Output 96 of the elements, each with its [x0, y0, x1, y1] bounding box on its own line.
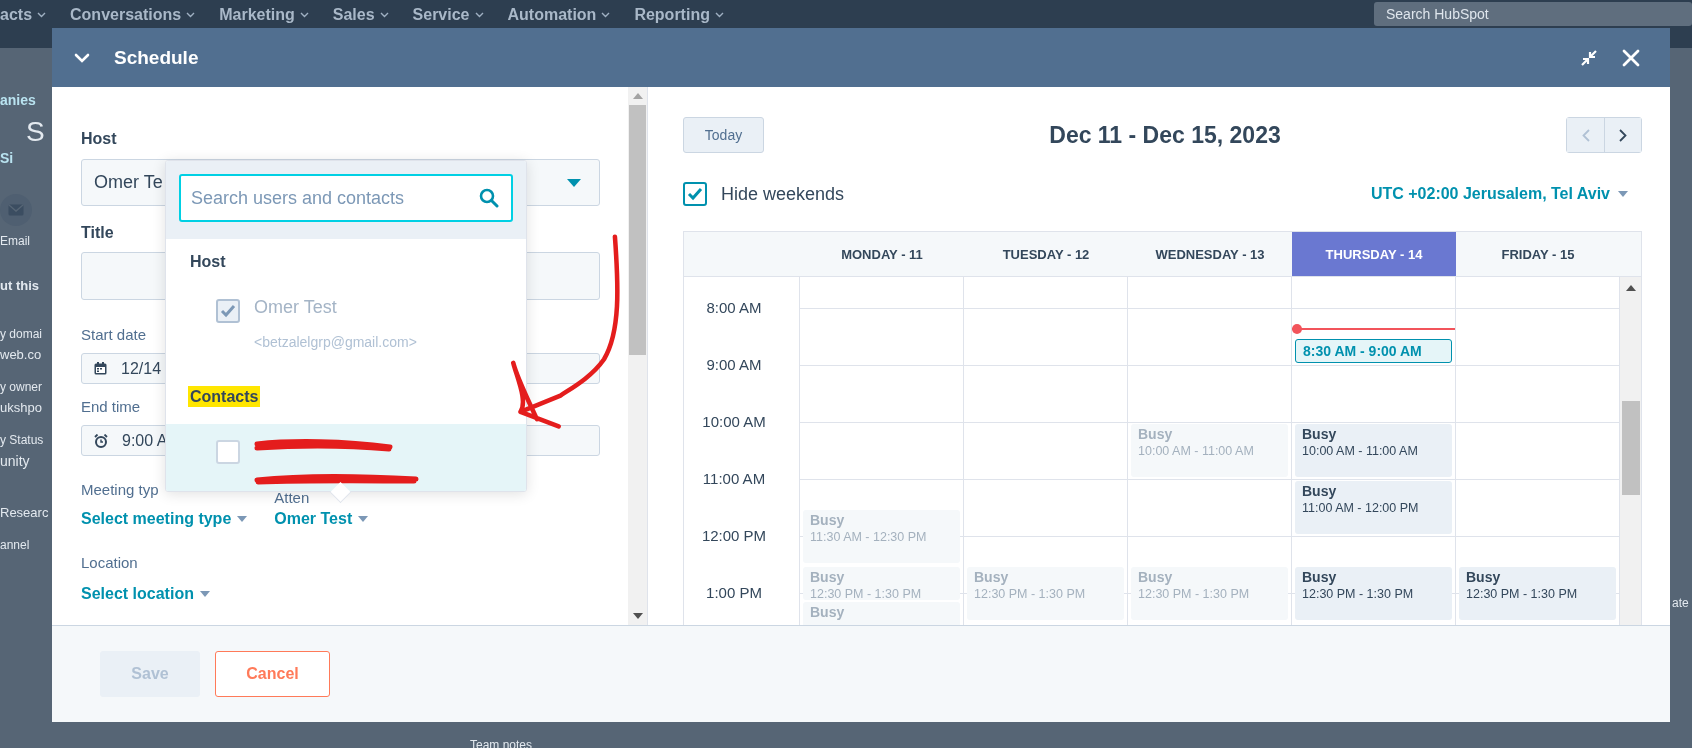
background-text: unity: [0, 453, 30, 469]
section-heading: Contacts: [188, 386, 261, 407]
hour-label: 1:00 PM: [705, 584, 763, 602]
hour-label: 12:00 PM: [700, 527, 768, 545]
alarm-clock-icon: [94, 433, 108, 448]
search-field[interactable]: Search users and contacts: [179, 174, 513, 222]
busy-event[interactable]: Busy 12:30 PM - 1:30 PM: [1459, 566, 1616, 620]
busy-event[interactable]: Busy 11:30 AM - 12:30 PM: [803, 509, 960, 563]
date-range-title: Dec 11 - Dec 15, 2023: [1048, 121, 1282, 149]
busy-event[interactable]: Busy 11:00 AM - 12:00 PM: [1295, 481, 1452, 535]
dialog-title: Schedule: [114, 46, 199, 69]
field-label: End time: [81, 398, 141, 415]
chevron-down-icon: [186, 12, 196, 18]
proposed-meeting-slot[interactable]: 8:30 AM - 9:00 AM: [1295, 338, 1452, 364]
day-header: THURSDAY - 14: [1292, 232, 1456, 276]
caret-down-icon: [567, 178, 581, 187]
chevron-down-icon: [37, 12, 47, 18]
busy-event[interactable]: Busy: [803, 602, 960, 625]
caret-down-icon: [237, 516, 248, 522]
hour-label: 9:00 AM: [705, 356, 763, 374]
hour-label: 10:00 AM: [701, 413, 767, 431]
calendar-icon: [94, 362, 107, 375]
chevron-right-icon: [1619, 128, 1627, 142]
minimize-icon[interactable]: [1580, 48, 1598, 67]
scrollbar[interactable]: [1620, 277, 1641, 625]
hour-label: 8:00 AM: [705, 299, 763, 317]
field-label: Title: [81, 224, 114, 242]
background-text: ukshpo: [0, 400, 42, 415]
picker-option[interactable]: [166, 424, 526, 491]
day-header: MONDAY - 11: [840, 245, 924, 264]
attendees-dropdown[interactable]: Omer Test: [274, 510, 369, 528]
background-text: ate: [1672, 596, 1689, 610]
day-header: FRIDAY - 15: [1500, 245, 1576, 264]
busy-event[interactable]: Busy 12:30 PM - 1:30 PM: [967, 566, 1124, 620]
background-text: y Status: [0, 433, 44, 447]
background-text: annel: [0, 538, 30, 552]
chevron-left-icon: [1581, 128, 1590, 142]
search-field[interactable]: Search HubSpot: [1374, 2, 1692, 26]
chevron-down-icon: [714, 12, 724, 18]
busy-event[interactable]: Busy 10:00 AM - 11:00 AM: [1295, 424, 1452, 478]
check-icon: [687, 187, 703, 201]
hour-label: 11:00 AM: [701, 470, 767, 488]
nav-menu-item[interactable]: Conversations: [70, 6, 182, 24]
scrollbar-thumb[interactable]: [629, 105, 646, 355]
background-text: ut this: [0, 278, 39, 293]
background-text: Researc: [0, 505, 49, 520]
chevron-down-icon: [379, 12, 389, 18]
nav-menu-item[interactable]: Sales: [332, 6, 375, 24]
nav-menu-item[interactable]: Service: [412, 6, 470, 24]
caret-down-icon: [1618, 191, 1628, 197]
section-heading: Host: [189, 252, 227, 272]
background-text: anies: [0, 92, 36, 108]
field-label: Start date: [81, 326, 147, 343]
scrollbar-thumb[interactable]: [1621, 401, 1640, 495]
user-email: <betzalelgrp@gmail.com>: [254, 334, 417, 350]
field-label: Location: [81, 554, 138, 571]
caret-down-icon: [358, 516, 369, 522]
nav-menu-item[interactable]: Automation: [507, 6, 597, 24]
search-icon[interactable]: [479, 188, 499, 208]
scroll-down-arrow-icon[interactable]: [632, 613, 643, 619]
busy-event[interactable]: Busy 10:00 AM - 11:00 AM: [1131, 424, 1288, 478]
timezone-dropdown[interactable]: UTC +02:00 Jerusalem, Tel Aviv: [1370, 185, 1628, 203]
busy-event[interactable]: Busy 12:30 PM - 1:30 PM: [1131, 566, 1288, 620]
chevron-down-icon: [474, 12, 484, 18]
cancel-button[interactable]: Cancel: [215, 651, 330, 697]
check-icon: [220, 304, 236, 318]
background-text: S: [26, 116, 45, 148]
nav-menu-item[interactable]: Marketing: [219, 6, 295, 24]
user-name: Omer Test: [254, 297, 337, 318]
nav-menu-item[interactable]: Reporting: [634, 6, 710, 24]
checkbox-label: Hide weekends: [721, 183, 845, 205]
background-text: y domai: [0, 327, 43, 341]
field-label: Host: [81, 130, 117, 148]
busy-event[interactable]: Busy 12:30 PM - 1:30 PM: [1295, 566, 1452, 620]
caret-down-icon: [199, 591, 210, 597]
scroll-up-arrow-icon[interactable]: [1625, 285, 1636, 291]
day-header: TUESDAY - 12: [1001, 245, 1091, 264]
next-week-button[interactable]: [1604, 118, 1641, 152]
checkbox[interactable]: [683, 182, 707, 206]
background-text: Si: [0, 150, 14, 166]
chevron-down-icon[interactable]: [74, 52, 90, 63]
background-text: web.co: [0, 347, 42, 362]
meeting-type-dropdown[interactable]: Select meeting type: [81, 510, 248, 528]
field-label: Meeting typ: [81, 481, 159, 498]
nav-menu-item[interactable]: acts: [0, 6, 33, 24]
location-dropdown[interactable]: Select location: [81, 585, 210, 603]
scrollbar[interactable]: [628, 87, 647, 625]
background-text: y owner: [0, 380, 43, 394]
field-label: Atten: [274, 489, 310, 506]
chevron-down-icon: [601, 12, 611, 18]
background-text: Email: [0, 234, 30, 248]
today-button[interactable]: Today: [683, 117, 764, 153]
busy-event[interactable]: Busy 12:30 PM - 1:30 PM: [803, 566, 960, 601]
day-header: WEDNESDAY - 13: [1154, 245, 1266, 264]
close-icon[interactable]: [1622, 48, 1640, 67]
chevron-down-icon: [299, 12, 309, 18]
